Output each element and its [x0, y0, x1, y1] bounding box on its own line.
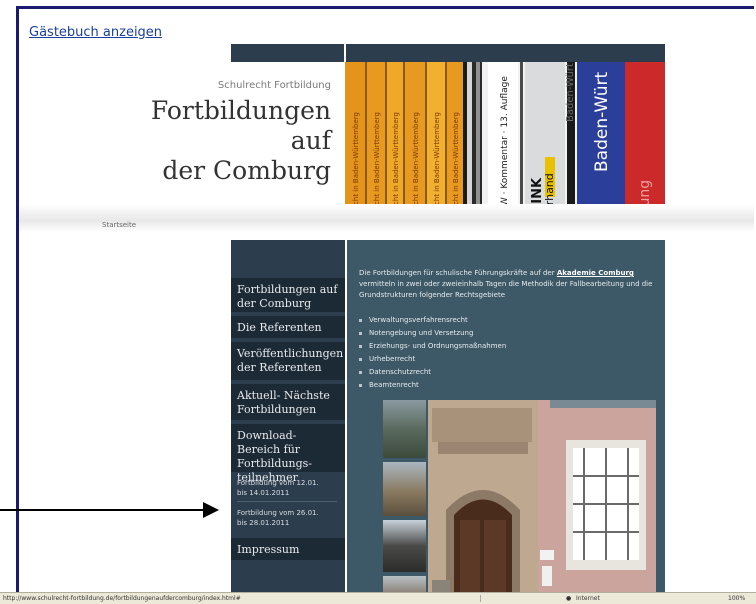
- building-photo: [428, 400, 656, 596]
- topics-list: Verwaltungsverfahrensrecht Notengebung u…: [359, 314, 506, 392]
- site-subtitle: Schulrecht Fortbildung: [217, 80, 331, 91]
- status-zoom[interactable]: 100%: [728, 593, 745, 604]
- intro-text-after: vermitteln in zwei oder zweieinhalb Tage…: [359, 280, 653, 299]
- subitem-1-line2: bis 14.01.2011: [237, 489, 290, 497]
- book-baden-spine: Baden-Würt: [565, 63, 576, 122]
- akademie-comburg-link[interactable]: Akademie Comburg: [557, 269, 634, 277]
- book-spine-3: recht in Baden-Württemberg: [392, 112, 400, 212]
- topic-item: Erziehungs- und Ordnungsmaßnahmen: [359, 340, 506, 353]
- site-title-line1: Fortbildungen auf: [150, 96, 331, 155]
- thumbnail-photo-2[interactable]: [383, 462, 426, 516]
- main-content: Die Fortbildungen für schulische Führung…: [347, 240, 665, 596]
- sidebar-subitem-fortbildung-1[interactable]: Fortbildung vom 12.01. bis 14.01.2011: [237, 478, 319, 498]
- sidebar-item-fortbildungen[interactable]: Fortbildungen auf der Comburg: [231, 278, 345, 312]
- sidebar-item-aktuell[interactable]: Aktuell- Nächste Fortbildungen: [231, 384, 345, 420]
- main-photo: [428, 400, 656, 596]
- book-spine-6: recht in Baden-Württemberg: [452, 112, 460, 212]
- topic-item: Urheberrecht: [359, 353, 506, 366]
- thumbnail-photo-1[interactable]: [383, 400, 426, 458]
- thumbnail-photo-3[interactable]: [383, 520, 426, 572]
- books-illustration: recht in Baden-Württemberg recht in Bade…: [345, 62, 665, 217]
- books-banner-image: recht in Baden-Württemberg recht in Bade…: [345, 62, 665, 217]
- book-spine-5: recht in Baden-Württemberg: [433, 112, 441, 212]
- header-top-bar: [231, 44, 665, 62]
- browser-status-bar: http://www.schulrecht-fortbildung.de/for…: [0, 592, 756, 604]
- subitem-2-line1: Fortbildung vom 26.01.: [237, 509, 319, 517]
- site-title: Fortbildungen auf der Comburg: [119, 96, 331, 186]
- sidebar-item-impressum[interactable]: Impressum: [231, 538, 345, 560]
- topic-item: Verwaltungsverfahrensrecht: [359, 314, 506, 327]
- status-url: http://www.schulrecht-fortbildung.de/for…: [3, 595, 241, 602]
- book-spine-1: recht in Baden-Württemberg: [352, 112, 360, 212]
- book-commentary-spine: BW · Kommentar · 13. Auflage: [500, 76, 510, 212]
- site-title-line2: der Comburg: [162, 156, 331, 185]
- subitem-2-line2: bis 28.01.2011: [237, 519, 290, 527]
- header-bar-divider: [344, 44, 346, 62]
- annotation-arrow-line: [0, 509, 205, 511]
- sidebar-item-download[interactable]: Download-Bereich für Fortbildungs-teilne…: [231, 424, 345, 484]
- guestbook-link[interactable]: Gästebuch anzeigen: [29, 25, 162, 40]
- topic-item: Datenschutzrecht: [359, 366, 506, 379]
- book-spine-2: recht in Baden-Württemberg: [373, 112, 381, 212]
- sidebar-nav: Fortbildungen auf der Comburg Die Refere…: [231, 240, 345, 596]
- status-panels: [480, 595, 541, 602]
- intro-text-before: Die Fortbildungen für schulische Führung…: [359, 269, 557, 277]
- browser-viewport: Gästebuch anzeigen Schulrecht Fortbildun…: [16, 6, 754, 596]
- site-header: Schulrecht Fortbildung Fortbildungen auf…: [119, 62, 331, 217]
- sidebar-subitem-fortbildung-2[interactable]: Fortbildung vom 26.01. bis 28.01.2011: [237, 508, 319, 528]
- globe-icon: ●: [566, 595, 572, 602]
- book-spine-4: recht in Baden-Württemberg: [412, 112, 420, 212]
- breadcrumb-startseite[interactable]: Startseite: [102, 221, 136, 229]
- intro-text: Die Fortbildungen für schulische Führung…: [359, 268, 659, 301]
- topic-item: Beamtenrecht: [359, 379, 506, 392]
- book-blue-spine: Baden-Würt: [592, 71, 612, 172]
- subitem-1-line1: Fortbildung vom 12.01.: [237, 479, 319, 487]
- sidebar-item-referenten[interactable]: Die Referenten: [231, 316, 345, 338]
- topic-item: Notengebung und Versetzung: [359, 327, 506, 340]
- status-zone: Internet: [576, 595, 600, 602]
- sidebar-item-veroeffentlichungen[interactable]: Veröffentlichungen der Referenten: [231, 342, 345, 380]
- sidebar-subitem-divider: [237, 501, 337, 502]
- annotation-arrow-head-icon: [203, 502, 219, 518]
